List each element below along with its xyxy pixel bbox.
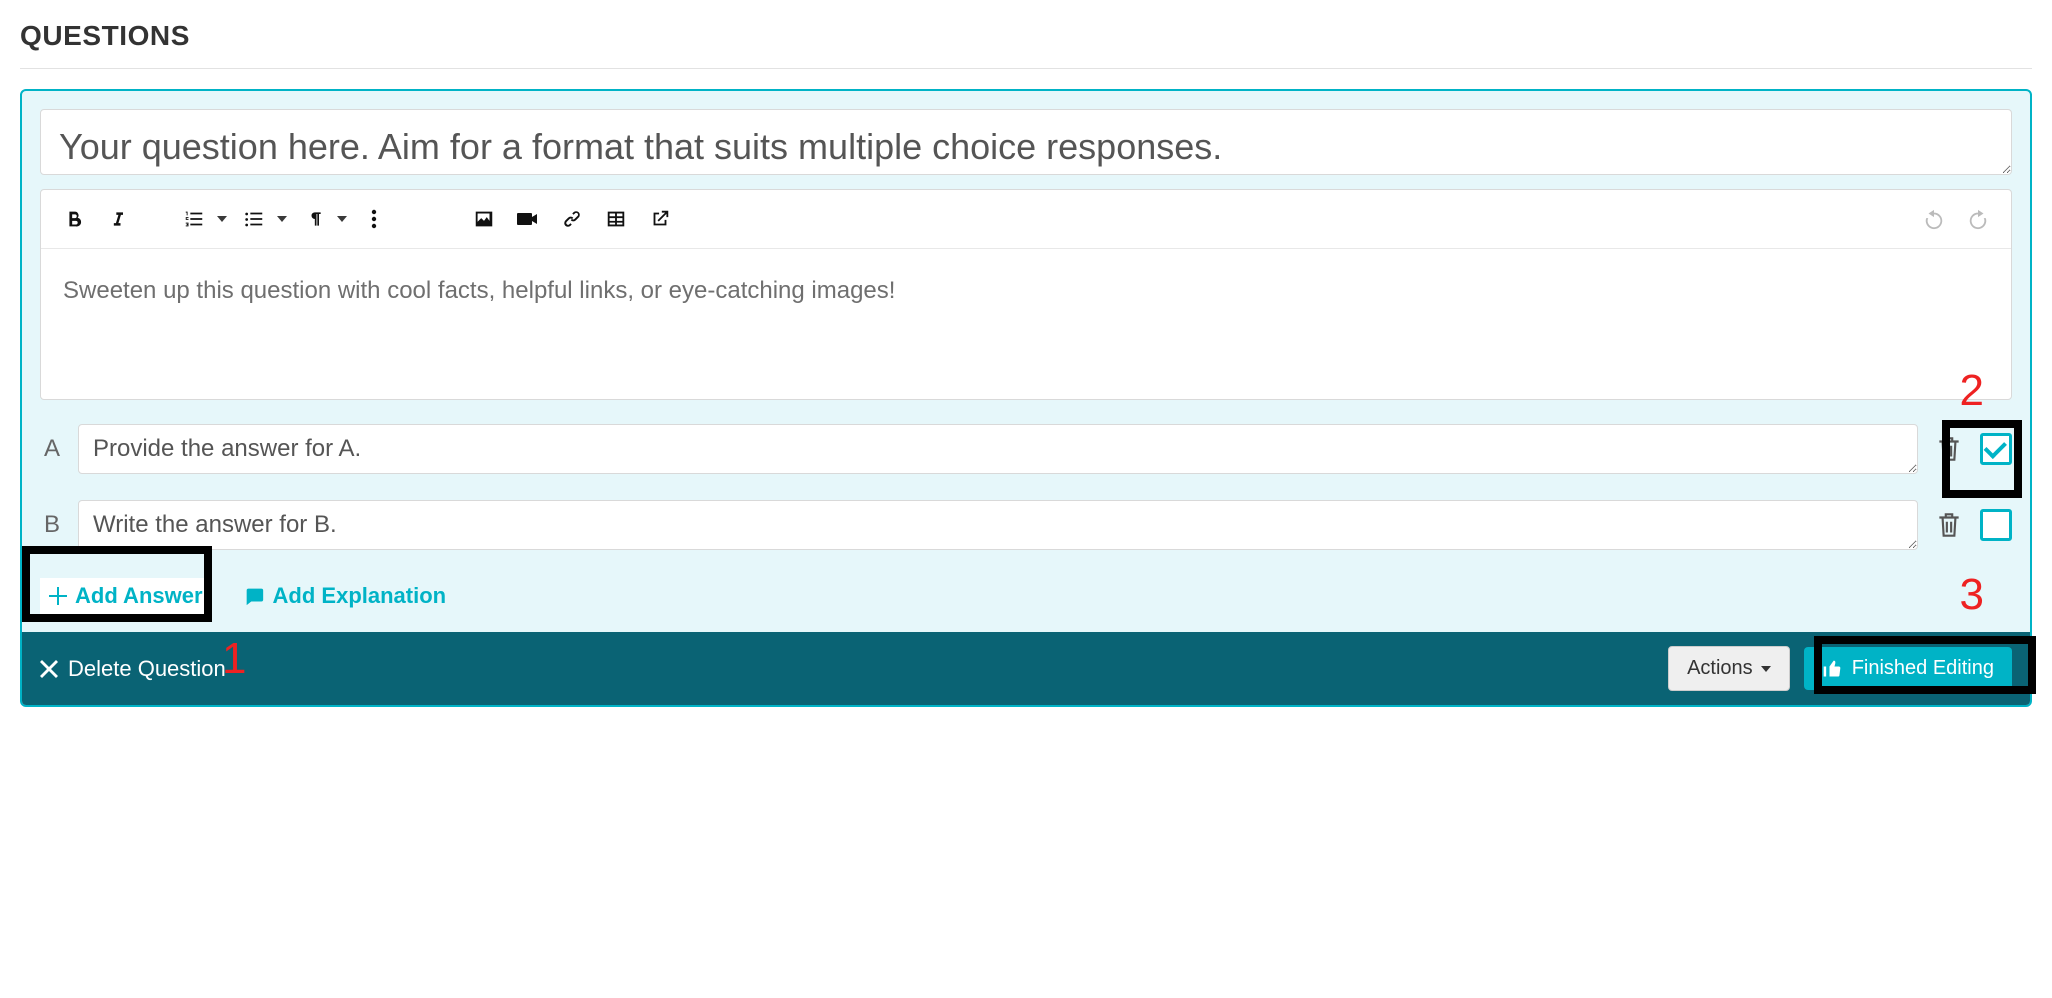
image-icon[interactable]	[465, 200, 503, 238]
question-input[interactable]	[40, 109, 2012, 175]
delete-question-label: Delete Question	[68, 656, 226, 682]
unordered-list-dropdown-icon[interactable]	[275, 214, 289, 224]
answer-input-a[interactable]	[78, 424, 1918, 474]
finished-editing-label: Finished Editing	[1852, 657, 1994, 680]
chevron-down-icon	[1761, 664, 1771, 674]
answer-letter: A	[40, 435, 64, 463]
unordered-list-icon[interactable]	[235, 200, 273, 238]
trash-icon[interactable]	[1932, 508, 1966, 542]
editor-toolbar	[41, 190, 2011, 249]
actions-label: Actions	[1687, 657, 1753, 680]
description-editor: Sweeten up this question with cool facts…	[40, 189, 2012, 400]
answer-row-a: A	[40, 424, 2012, 474]
link-icon[interactable]	[553, 200, 591, 238]
bold-icon[interactable]	[55, 200, 93, 238]
question-footer: 1 Delete Question Actions Finished Editi…	[22, 632, 2030, 705]
answer-actions: Add Answer Add Explanation 3	[40, 576, 2012, 618]
actions-dropdown[interactable]: Actions	[1668, 646, 1790, 691]
redo-icon[interactable]	[1959, 200, 1997, 238]
chat-icon	[243, 585, 265, 607]
correct-answer-toggle[interactable]	[1980, 509, 2012, 541]
finished-editing-button[interactable]: Finished Editing	[1804, 647, 2012, 690]
ordered-list-dropdown-icon[interactable]	[215, 214, 229, 224]
description-input[interactable]: Sweeten up this question with cool facts…	[41, 249, 2011, 399]
paragraph-format-icon[interactable]	[295, 200, 333, 238]
correct-answer-toggle[interactable]	[1980, 433, 2012, 465]
answer-input-b[interactable]	[78, 500, 1918, 550]
paragraph-format-dropdown-icon[interactable]	[335, 214, 349, 224]
add-answer-button[interactable]: Add Answer	[40, 578, 212, 614]
video-icon[interactable]	[509, 200, 547, 238]
plus-icon	[49, 587, 67, 605]
add-answer-label: Add Answer	[75, 583, 203, 609]
annotation-3: 3	[1960, 570, 1984, 620]
undo-icon[interactable]	[1915, 200, 1953, 238]
page-title: QUESTIONS	[20, 20, 2032, 69]
table-icon[interactable]	[597, 200, 635, 238]
answer-letter: B	[40, 511, 64, 539]
delete-question-button[interactable]: Delete Question	[40, 656, 226, 682]
more-text-icon[interactable]	[355, 200, 393, 238]
italic-icon[interactable]	[99, 200, 137, 238]
add-explanation-label: Add Explanation	[273, 583, 447, 609]
close-icon	[40, 660, 58, 678]
thumbs-up-icon	[1822, 659, 1842, 679]
answers-list: 2 A B	[40, 424, 2012, 618]
open-external-icon[interactable]	[641, 200, 679, 238]
question-panel: Sweeten up this question with cool facts…	[20, 89, 2032, 707]
trash-icon[interactable]	[1932, 432, 1966, 466]
ordered-list-icon[interactable]	[175, 200, 213, 238]
add-explanation-button[interactable]: Add Explanation	[234, 578, 456, 614]
answer-row-b: B	[40, 500, 2012, 550]
